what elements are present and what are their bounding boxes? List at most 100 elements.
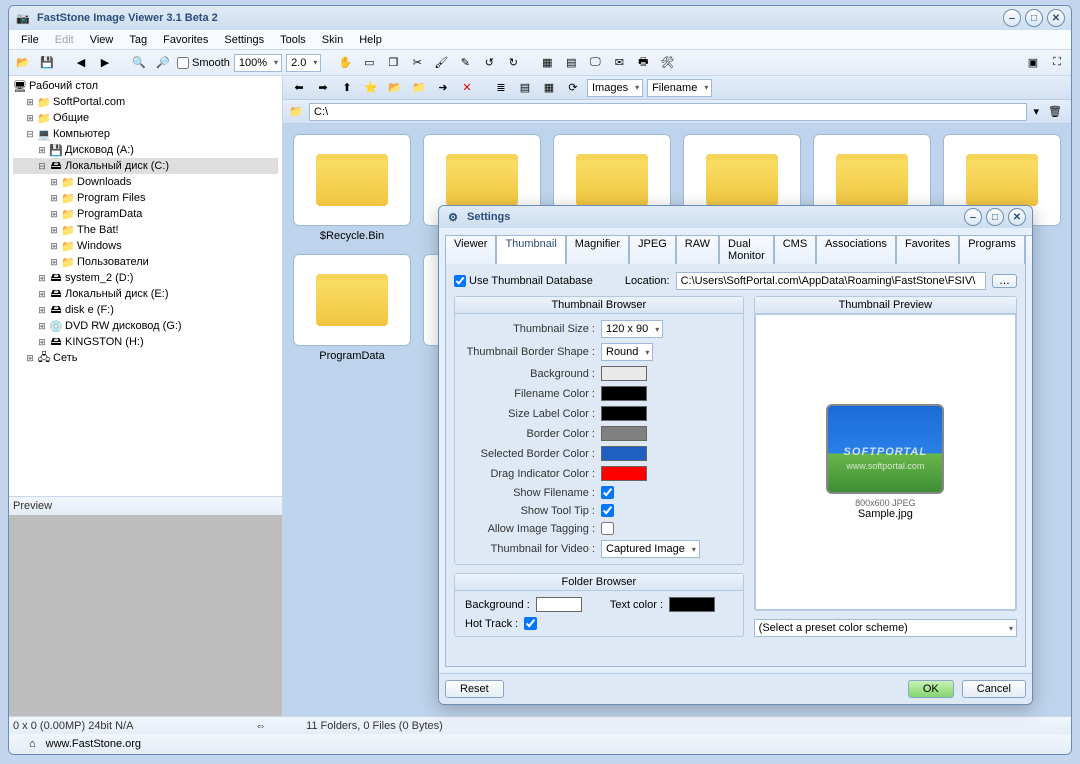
border-swatch[interactable] [601,426,647,441]
selborder-swatch[interactable] [601,446,647,461]
footer-url[interactable]: www.FastStone.org [46,738,141,750]
dlg-close-button[interactable]: ✕ [1008,208,1026,226]
thumb-item[interactable]: $Recycle.Bin [293,134,411,242]
drag-swatch[interactable] [601,466,647,481]
thumb-item[interactable]: ProgramData [293,254,411,362]
select-icon[interactable]: ▭ [359,53,379,73]
zoom-in-icon[interactable]: 🔍 [129,53,149,73]
preset-scheme-combo[interactable]: (Select a preset color scheme) [754,619,1017,637]
tree-computer[interactable]: Компьютер [53,128,110,140]
next-icon[interactable]: ▶ [95,53,115,73]
filename-swatch[interactable] [601,386,647,401]
cancel-button[interactable]: Cancel [962,680,1026,698]
prev-icon[interactable]: ◀ [71,53,91,73]
refresh-icon[interactable]: ⟳ [563,78,583,98]
status-stretch-icon[interactable]: ⇔ [255,720,266,732]
ok-button[interactable]: OK [908,680,954,698]
home-icon[interactable]: ⌂ [29,738,36,750]
zoom-out-icon[interactable]: 🔎 [153,53,173,73]
brush-icon[interactable]: 🖌 [431,53,451,73]
filter-images-combo[interactable]: Images [587,79,643,97]
rotate-right-icon[interactable]: ↻ [503,53,523,73]
tree-programdata[interactable]: ProgramData [77,208,142,220]
tab-raw[interactable]: RAW [676,235,719,264]
clone-icon[interactable]: ✎ [455,53,475,73]
compare-icon[interactable]: ▤ [561,53,581,73]
menu-skin[interactable]: Skin [314,32,351,48]
minimize-button[interactable]: ‒ [1003,9,1021,27]
chevron-down-icon[interactable]: ▾ [1033,105,1039,118]
tree-common[interactable]: Общие [53,112,89,124]
reset-button[interactable]: Reset [445,680,504,698]
view-details-icon[interactable]: ▤ [515,78,535,98]
tree-softportal[interactable]: SoftPortal.com [53,96,125,108]
fullscreen-icon[interactable]: ⛶ [1047,53,1067,73]
forward-icon[interactable]: ➡ [313,78,333,98]
tree-programfiles[interactable]: Program Files [77,192,145,204]
trash-icon[interactable]: 🗑 [1045,102,1065,122]
border-shape-combo[interactable]: Round [601,343,653,361]
menu-view[interactable]: View [82,32,122,48]
stack-icon[interactable]: ❐ [383,53,403,73]
up-icon[interactable]: ⬆ [337,78,357,98]
allow-tag-checkbox[interactable] [601,522,614,535]
fb-bg-swatch[interactable] [536,597,582,612]
tree-g[interactable]: DVD RW дисковод (G:) [65,320,182,332]
back-icon[interactable]: ⬅ [289,78,309,98]
tab-assoc[interactable]: Associations [816,235,896,264]
menu-tools[interactable]: Tools [272,32,314,48]
menu-favorites[interactable]: Favorites [155,32,216,48]
dlg-maximize-button[interactable]: □ [986,208,1004,226]
tree-c[interactable]: Локальный диск (C:) [65,160,169,172]
print-icon[interactable]: 🖶 [633,53,653,73]
move-icon[interactable]: ➜ [433,78,453,98]
zoom-combo[interactable]: 100% [234,54,282,72]
tree-e[interactable]: Локальный диск (E:) [65,288,169,300]
tab-viewer[interactable]: Viewer [445,235,496,264]
use-thumbnail-db-checkbox[interactable]: Use Thumbnail Database [454,275,593,287]
tab-cms[interactable]: CMS [774,235,816,264]
tree-downloads[interactable]: Downloads [77,176,131,188]
open-icon[interactable]: 📂 [13,53,33,73]
fb-text-swatch[interactable] [669,597,715,612]
sizelabel-swatch[interactable] [601,406,647,421]
crop-icon[interactable]: ✂ [407,53,427,73]
menu-help[interactable]: Help [351,32,390,48]
tree-windows[interactable]: Windows [77,240,122,252]
bg-swatch[interactable] [601,366,647,381]
browse-button[interactable]: … [992,274,1017,288]
maximize-button[interactable]: □ [1025,9,1043,27]
view-list-icon[interactable]: ≣ [491,78,511,98]
tree-a[interactable]: Дисковод (A:) [65,144,134,156]
menu-file[interactable]: File [13,32,47,48]
tree-users[interactable]: Пользователи [77,256,149,268]
tree-network[interactable]: Сеть [53,352,77,364]
tree-thebat[interactable]: The Bat! [77,224,119,236]
tab-dual[interactable]: Dual Monitor [719,235,774,264]
menu-tag[interactable]: Tag [121,32,155,48]
rotate-left-icon[interactable]: ↺ [479,53,499,73]
hottrack-checkbox[interactable] [524,617,537,630]
tree-f[interactable]: disk e (F:) [65,304,114,316]
tab-jpeg[interactable]: JPEG [629,235,676,264]
tab-fav[interactable]: Favorites [896,235,959,264]
settings-icon[interactable]: 🛠 [657,53,677,73]
grid-icon[interactable]: ▦ [537,53,557,73]
folder-open-icon[interactable]: 📂 [385,78,405,98]
address-input[interactable]: C:\ [309,103,1027,121]
tab-thumbnail[interactable]: Thumbnail [496,235,565,264]
hand-icon[interactable]: ✋ [335,53,355,73]
sort-combo[interactable]: Filename [647,79,712,97]
menu-settings[interactable]: Settings [216,32,272,48]
tree-d[interactable]: system_2 (D:) [65,272,133,284]
thumb-video-combo[interactable]: Captured Image [601,540,700,558]
close-button[interactable]: ✕ [1047,9,1065,27]
star-icon[interactable]: ⭐ [361,78,381,98]
tab-music[interactable]: Music [1025,235,1033,264]
show-filename-checkbox[interactable] [601,486,614,499]
dlg-minimize-button[interactable]: ‒ [964,208,982,226]
folder-tree[interactable]: 🖥Рабочий стол ⊞📁SoftPortal.com ⊞📁Общие ⊟… [9,76,282,496]
email-icon[interactable]: ✉ [609,53,629,73]
save-icon[interactable]: 💾 [37,53,57,73]
layout-icon[interactable]: ▣ [1023,53,1043,73]
